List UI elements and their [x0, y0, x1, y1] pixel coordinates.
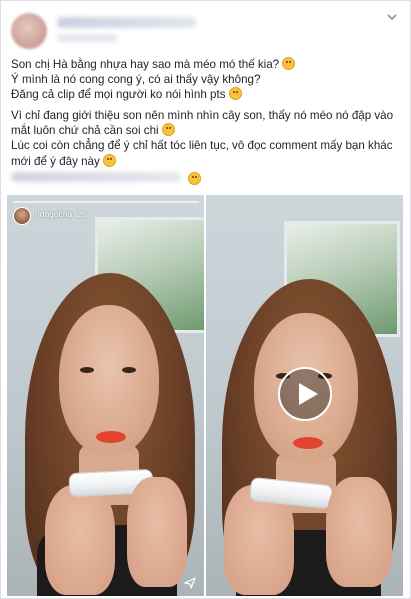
story-avatar[interactable] — [13, 207, 31, 225]
story-username[interactable]: hongocha — [35, 209, 72, 219]
person-lips — [96, 431, 126, 443]
post-line: Ý mình là nó cong cong ý, có ai thấy vậy… — [11, 73, 403, 88]
post-line-text: Đăng cả clip để mọi người ko nói hình pt… — [11, 88, 226, 102]
blurred-text-line — [11, 172, 181, 182]
post-line-text: Vì chỉ đang giới thiệu son nên mình nhìn… — [11, 108, 394, 122]
post-line-text: Son chị Hà bằng nhựa hay sao mà méo mó t… — [11, 58, 280, 71]
post-line: mắt luôn chứ chả cần soi chi — [11, 123, 403, 139]
post-line: mới để ý đây này — [11, 153, 403, 170]
post-line-text: Lúc coi còn chẳng để ý chỉ hất tóc liên … — [11, 138, 393, 152]
post-line-text: Ý mình là nó cong cong ý, có ai thấy vậy… — [11, 72, 261, 86]
post-line-text: mới để ý đây này — [11, 154, 100, 168]
video-thumbnail[interactable] — [206, 195, 403, 596]
grin-emoji-icon — [228, 87, 242, 101]
post-text: Son chị Hà bằng nhựa hay sao mà méo mó t… — [11, 57, 403, 175]
post-line: Son chị Hà bằng nhựa hay sao mà méo mó t… — [11, 57, 403, 73]
smile-emoji-icon — [161, 123, 175, 137]
person-eye — [80, 367, 94, 373]
person-eye — [122, 367, 136, 373]
story-progress-bar — [13, 201, 199, 203]
story-screenshot[interactable]: hongocha 2h — [7, 195, 204, 596]
grin-emoji-icon — [102, 153, 116, 167]
facebook-post: Son chị Hà bằng nhựa hay sao mà méo mó t… — [0, 0, 411, 599]
author-name-blurred[interactable] — [57, 17, 197, 28]
post-line: Lúc coi còn chẳng để ý chỉ hất tóc liên … — [11, 139, 403, 154]
send-icon[interactable] — [184, 576, 196, 589]
thinking-emoji-icon — [282, 57, 296, 70]
story-time: 2h — [77, 209, 87, 219]
post-line: Đăng cả clip để mọi người ko nói hình pt… — [11, 87, 403, 103]
post-line: Vì chỉ đang giới thiệu son nên mình nhìn… — [11, 109, 403, 124]
story-user: hongocha 2h — [35, 209, 87, 219]
post-header — [1, 1, 410, 57]
play-button[interactable] — [278, 367, 332, 421]
person-hand — [326, 477, 392, 587]
wink-emoji-icon — [188, 172, 201, 185]
person-hand — [127, 477, 187, 587]
play-icon — [299, 383, 318, 405]
post-meta-blurred — [57, 34, 117, 42]
author-avatar[interactable] — [11, 13, 47, 49]
person-hand — [45, 485, 115, 595]
chevron-down-icon[interactable] — [384, 11, 400, 27]
post-media[interactable]: hongocha 2h — [7, 195, 403, 596]
person-lips — [293, 437, 323, 449]
post-line-text: mắt luôn chứ chả cần soi chi — [11, 124, 159, 138]
